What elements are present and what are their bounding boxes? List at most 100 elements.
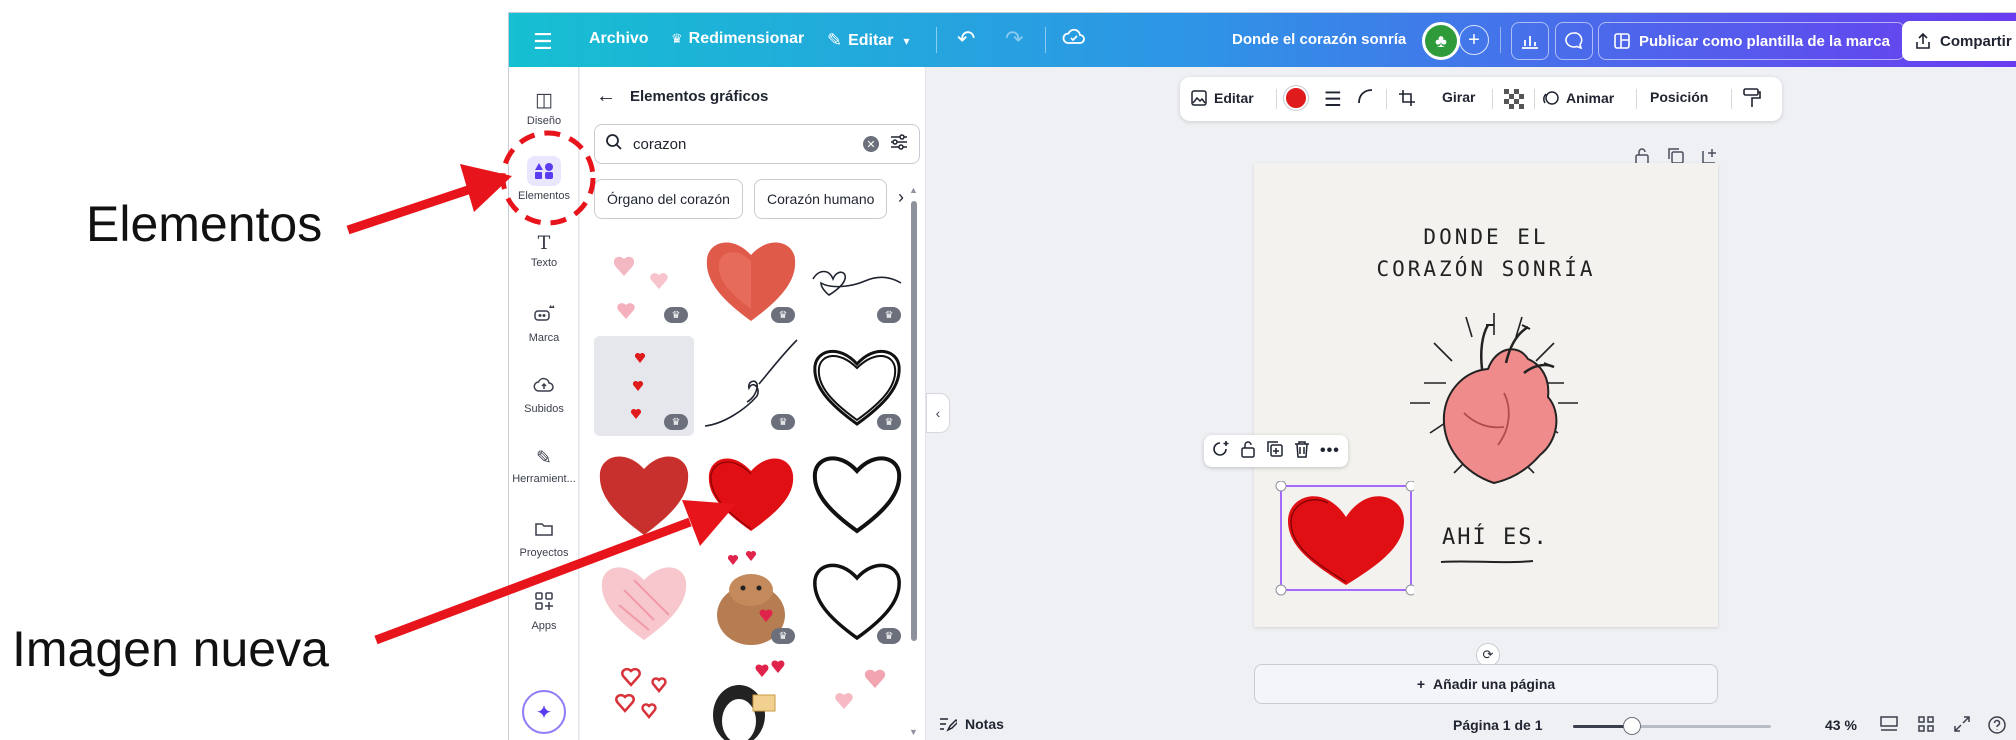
element-mini-toolbar: •••	[1204, 435, 1348, 467]
premium-crown-icon: ♛	[877, 307, 901, 323]
scroll-up-icon[interactable]: ▲	[909, 185, 918, 195]
clear-search-icon[interactable]: ✕	[863, 136, 879, 152]
panel-scrollbar[interactable]: ▲ ▼	[909, 185, 918, 740]
hamburger-icon[interactable]: ☰	[533, 29, 553, 55]
outline-heart-graphic	[812, 456, 902, 534]
rail-item-elementos[interactable]: Elementos	[509, 151, 579, 207]
annotation-arrow-elementos	[346, 185, 470, 235]
rail-item-subidos[interactable]: Subidos	[509, 367, 579, 423]
share-button[interactable]: Compartir	[1902, 21, 2016, 61]
grid-item-sketch-heart[interactable]: ♛	[807, 336, 907, 436]
chip-corazon-humano[interactable]: Corazón humano	[754, 179, 888, 219]
chip-organo-corazon[interactable]: Órgano del corazón	[594, 179, 743, 219]
grid-item-penguin-letter[interactable]	[701, 657, 801, 740]
add-collaborator-button[interactable]: +	[1459, 25, 1489, 55]
scroll-thumb[interactable]	[911, 201, 917, 641]
subtitle-underline	[1440, 560, 1534, 564]
rail-item-herramientas[interactable]: ✎ Herramient...	[509, 439, 579, 495]
edit-image-button[interactable]: Editar	[1190, 89, 1254, 107]
lock-glyph	[1241, 440, 1255, 458]
animate-button[interactable]: Animar	[1542, 89, 1614, 107]
grid-item-capybara-hearts[interactable]: ♛	[701, 550, 801, 650]
collapse-panel-tab[interactable]: ‹	[926, 393, 950, 433]
redimensionar-button[interactable]: ♛ Redimensionar	[671, 30, 804, 48]
filter-sliders-icon[interactable]	[889, 133, 909, 156]
fullscreen-icon[interactable]	[1953, 715, 1971, 738]
line-weight-icon[interactable]: ☰	[1324, 87, 1342, 112]
scroll-down-icon[interactable]: ▼	[909, 727, 918, 737]
page-title-line1[interactable]: DONDE EL	[1254, 225, 1718, 249]
lock-element-icon[interactable]	[1240, 440, 1256, 463]
back-arrow-icon[interactable]: ←	[596, 85, 616, 108]
position-button[interactable]: Posición	[1650, 89, 1708, 105]
add-page-button[interactable]: + Añadir una página	[1254, 664, 1718, 704]
top-bar: ☰ Archivo ♛ Redimensionar ✎ Editar ▾ ↶ ↷…	[509, 13, 2016, 67]
chevron-right-icon[interactable]: ›	[898, 187, 904, 208]
rail-item-proyectos[interactable]: Proyectos	[509, 511, 579, 567]
grid-item-watercolor-heart[interactable]: ♛	[701, 229, 801, 329]
grid-item-red-heart-new[interactable]	[701, 443, 801, 543]
design-page[interactable]: DONDE EL CORAZÓN SONRÍA AHÍ ES.	[1254, 163, 1718, 627]
selected-red-heart[interactable]	[1274, 481, 1414, 601]
rail-item-marca[interactable]: Marca	[509, 295, 579, 351]
corner-radius-icon[interactable]	[1356, 87, 1374, 105]
analytics-icon[interactable]	[1511, 22, 1549, 60]
grid-item-pink-hearts[interactable]: ♛	[594, 229, 694, 329]
search-input[interactable]: corazon	[633, 136, 853, 153]
publish-template-button[interactable]: Publicar como plantilla de la marca	[1598, 22, 1905, 60]
grid-view-icon[interactable]	[1917, 715, 1935, 738]
side-rail: ◫ Diseño Elementos T Texto Marca Subidos	[509, 67, 579, 740]
avatar[interactable]: ♣	[1422, 22, 1460, 60]
editar-mode-button[interactable]: ✎ Editar ▾	[827, 30, 909, 51]
question-glyph	[1988, 716, 2006, 734]
document-title[interactable]: Donde el corazón sonría	[1232, 31, 1406, 48]
duplicate-element-icon[interactable]	[1266, 440, 1284, 463]
anatomical-heart-illustration[interactable]	[1394, 303, 1594, 503]
speech-plus-glyph	[1213, 440, 1229, 456]
grid-item-line-heart-swirl[interactable]: ♛	[701, 336, 801, 436]
rail-item-diseno[interactable]: ◫ Diseño	[509, 81, 579, 137]
grid-item-dark-red-heart[interactable]	[594, 443, 694, 543]
transparency-icon[interactable]	[1504, 89, 1524, 109]
pink-sketch-heart-graphic	[601, 567, 687, 640]
grid-item-brush-heart[interactable]: ♛	[807, 550, 907, 650]
magic-sparkle-button[interactable]: ✦	[522, 690, 566, 734]
zoom-value[interactable]: 43 %	[1825, 717, 1857, 733]
divider	[1276, 89, 1277, 109]
crop-button[interactable]	[1398, 89, 1416, 107]
help-icon[interactable]	[1987, 715, 2007, 740]
publish-label: Publicar como plantilla de la marca	[1639, 32, 1890, 50]
page-view-icon[interactable]	[1879, 715, 1899, 738]
rotate-flip-button[interactable]: Girar	[1442, 89, 1475, 105]
trash-icon[interactable]	[1294, 440, 1310, 463]
grid-item-pink-hearts-scatter[interactable]	[807, 657, 907, 740]
cloud-saved-icon[interactable]	[1062, 27, 1086, 47]
comment-icon[interactable]	[1555, 22, 1593, 60]
panel-header: ← Elementos gráficos	[596, 85, 768, 108]
shapes-glyph	[535, 163, 553, 179]
page-indicator[interactable]: Página 1 de 1	[1453, 717, 1542, 733]
page-subtitle[interactable]: AHÍ ES.	[1442, 525, 1549, 550]
paint-roller-icon[interactable]	[1742, 87, 1762, 109]
rail-item-texto[interactable]: T Texto	[509, 223, 579, 279]
redo-icon[interactable]: ↷	[1005, 26, 1023, 52]
bottom-bar: Notas Página 1 de 1 43 %	[927, 712, 2016, 740]
search-box[interactable]: corazon ✕	[594, 124, 920, 164]
grid-item-outline-heart[interactable]	[807, 443, 907, 543]
panel-title: Elementos gráficos	[630, 88, 769, 105]
refresh-ai-icon[interactable]	[1212, 440, 1230, 463]
more-options-icon[interactable]: •••	[1320, 442, 1340, 460]
grid-item-hearts-pattern[interactable]	[594, 657, 694, 740]
grid-item-small-red-hearts[interactable]: ♛	[594, 336, 694, 436]
grid-item-line-heart-script[interactable]: ♛	[807, 229, 907, 329]
grid-item-pink-sketch-heart[interactable]	[594, 550, 694, 650]
rail-item-apps[interactable]: Apps	[509, 583, 579, 639]
search-icon	[605, 133, 623, 156]
zoom-slider[interactable]	[1573, 717, 1771, 735]
color-swatch-button[interactable]	[1284, 86, 1308, 110]
page-title-line2[interactable]: CORAZÓN SONRÍA	[1254, 257, 1718, 281]
undo-icon[interactable]: ↶	[957, 26, 975, 52]
archivo-menu[interactable]: Archivo	[589, 30, 649, 48]
notes-button[interactable]: Notas	[939, 716, 1004, 732]
zoom-slider-handle[interactable]	[1623, 717, 1642, 735]
